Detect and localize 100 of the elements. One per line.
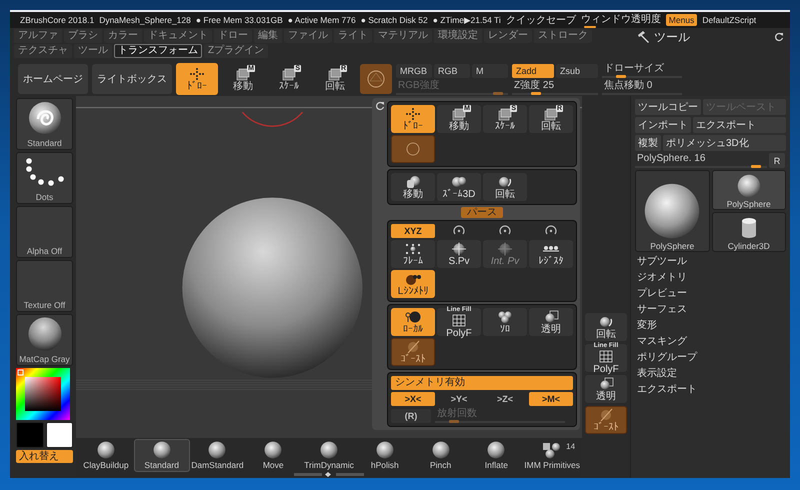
nav-button[interactable]: ライトボックス [92, 64, 172, 94]
slider-thumb[interactable] [531, 92, 541, 94]
palette-section[interactable]: プレビュー [635, 286, 786, 300]
menu-item[interactable]: カラー [104, 29, 142, 43]
shelf-button[interactable]: ｿﾛ [483, 308, 527, 336]
panel-button[interactable]: エクスポート [693, 117, 786, 133]
color-picker[interactable] [16, 368, 70, 420]
menu-item[interactable]: Zプラグイン [204, 44, 268, 58]
shelf-button[interactable]: ｽﾞｰﾑ3D [437, 173, 481, 201]
swap-button[interactable]: 入れ替え [16, 450, 73, 463]
shelf-button[interactable]: ﾛｰｶﾙ [391, 308, 435, 336]
shelf-button[interactable]: 透明 [585, 375, 627, 403]
brush-button[interactable]: IMM Primitives 14 [524, 439, 580, 472]
shelf-thumbnail[interactable]: Alpha Off [16, 206, 73, 258]
palette-section[interactable]: 表示設定 [635, 366, 786, 380]
panel-button[interactable]: 複製 [635, 135, 661, 151]
sphere-icon [264, 441, 282, 459]
brush-button[interactable]: DamStandard [190, 439, 246, 472]
axis-toggle[interactable]: >Y< [437, 392, 481, 406]
menu-item[interactable]: レンダー [484, 29, 532, 43]
refresh-icon[interactable] [774, 32, 784, 42]
shelf-button[interactable]: 透明 [529, 308, 573, 336]
menu-item[interactable]: ドキュメント [144, 29, 212, 43]
tool-thumbnail[interactable]: Cylinder3D [712, 212, 786, 252]
shelf-button[interactable]: 回転 [585, 313, 627, 341]
brush-button[interactable]: Inflate [468, 439, 524, 472]
palette-section[interactable]: 変形 [635, 318, 786, 332]
channel-button[interactable]: MRGB [396, 64, 432, 78]
mode-button[interactable]: ﾄﾞﾛｰ [176, 63, 218, 95]
menu-item[interactable]: テクスチャ [14, 44, 72, 58]
shelf-thumbnail[interactable]: Standard [16, 98, 73, 150]
brush-button[interactable]: TrimDynamic [301, 439, 357, 472]
menus-button[interactable]: Menus [666, 14, 698, 26]
shelf-button[interactable]: 移動 [391, 173, 435, 201]
brush-button[interactable]: ClayBuildup [78, 439, 134, 472]
channel-button[interactable]: RGB [434, 64, 470, 78]
material-button[interactable] [360, 64, 392, 94]
shelf-button[interactable]: ｺﾞｰｽﾄ [391, 338, 435, 366]
menu-item[interactable]: 編集 [254, 29, 282, 43]
quicksave-button[interactable]: クイックセーブ [506, 13, 576, 27]
subdivision-slider[interactable]: PolySphere. 16 [635, 153, 767, 168]
shelf-button[interactable] [391, 135, 435, 163]
menu-item[interactable]: ストローク [534, 29, 592, 43]
palette-section[interactable]: ポリグループ [635, 350, 786, 364]
shelf-thumbnail[interactable]: Dots [16, 152, 73, 204]
channel-button[interactable]: M [472, 64, 508, 78]
menu-item[interactable]: ブラシ [64, 29, 102, 43]
color-swatch[interactable] [16, 422, 44, 448]
brush-button[interactable]: Move [245, 439, 302, 472]
matcap-sphere-icon [28, 317, 62, 351]
sphere-icon [643, 182, 702, 240]
axis-toggle[interactable]: XYZ [391, 224, 435, 238]
menu-item[interactable]: ツール [74, 44, 112, 58]
color-swatch[interactable] [46, 422, 73, 448]
palette-section[interactable]: マスキング [635, 334, 786, 348]
shelf-button[interactable]: ｺﾞｰｽﾄ [585, 406, 627, 434]
shelf-button[interactable]: ﾌﾚｰﾑ [391, 240, 435, 268]
zmode-button[interactable]: Zsub [556, 64, 598, 78]
menu-item[interactable]: 環境設定 [434, 29, 482, 43]
reset-button[interactable]: R [769, 153, 785, 168]
palette-section[interactable]: サブツール [635, 254, 786, 268]
zmode-button[interactable]: Zadd [512, 64, 554, 78]
shelf-button[interactable]: ﾚｼﾞｽﾀ [529, 240, 573, 268]
palette-section[interactable]: ジオメトリ [635, 270, 786, 284]
axis-toggle[interactable]: >M< [529, 392, 573, 406]
axis-toggle[interactable]: >X< [391, 392, 435, 406]
menu-item[interactable]: マテリアル [374, 29, 432, 43]
brush-button[interactable]: Standard [134, 439, 190, 472]
tool-thumbnail[interactable]: PolySphere [712, 170, 786, 210]
panel-button[interactable]: ポリメッシュ3D化 [663, 135, 786, 151]
shelf-button[interactable]: S.Pv [437, 240, 481, 268]
brush-button[interactable]: Pinch [412, 439, 468, 472]
symmetry-toggle[interactable]: シンメトリ有効 [391, 376, 573, 390]
menu-item[interactable]: トランスフォーム [114, 44, 202, 58]
radial-toggle[interactable]: (R) [391, 408, 431, 422]
nav-button[interactable]: ホームページ [18, 64, 88, 94]
menu-item[interactable]: ドロー [214, 29, 252, 43]
shelf-button[interactable]: ﾄﾞﾛｰ [391, 105, 435, 133]
refresh-icon[interactable] [375, 101, 385, 111]
shelf-thumbnail[interactable]: MatCap Gray [16, 314, 73, 366]
transparency-slider[interactable]: ウィンドウ透明度 [580, 12, 661, 28]
shelf-button[interactable]: Lｼﾝﾒﾄﾘ [391, 270, 435, 298]
resize-handle[interactable] [294, 472, 364, 477]
palette-section[interactable]: エクスポート [635, 382, 786, 396]
panel-button[interactable]: インポート [635, 117, 691, 133]
axis-toggle[interactable]: >Z< [483, 392, 527, 406]
menu-item[interactable]: アルファ [14, 29, 62, 43]
brush-button[interactable]: hPolish [356, 439, 413, 472]
shelf-thumbnail[interactable]: Texture Off [16, 260, 73, 312]
sphere-icon [96, 441, 115, 459]
menu-item[interactable]: ファイル [284, 29, 332, 43]
panel-button[interactable]: ツールコピー [635, 99, 701, 115]
palette-section[interactable]: サーフェス [635, 302, 786, 316]
pivot-icon [496, 242, 514, 256]
slider-thumb[interactable] [750, 165, 761, 168]
slider-thumb[interactable] [616, 75, 626, 78]
menu-item[interactable]: ライト [334, 29, 372, 43]
tool-thumbnail[interactable]: PolySphere [635, 170, 710, 252]
value-slider[interactable]: ドローサイズ [602, 63, 682, 78]
shelf-button[interactable]: 回転 [483, 173, 527, 201]
